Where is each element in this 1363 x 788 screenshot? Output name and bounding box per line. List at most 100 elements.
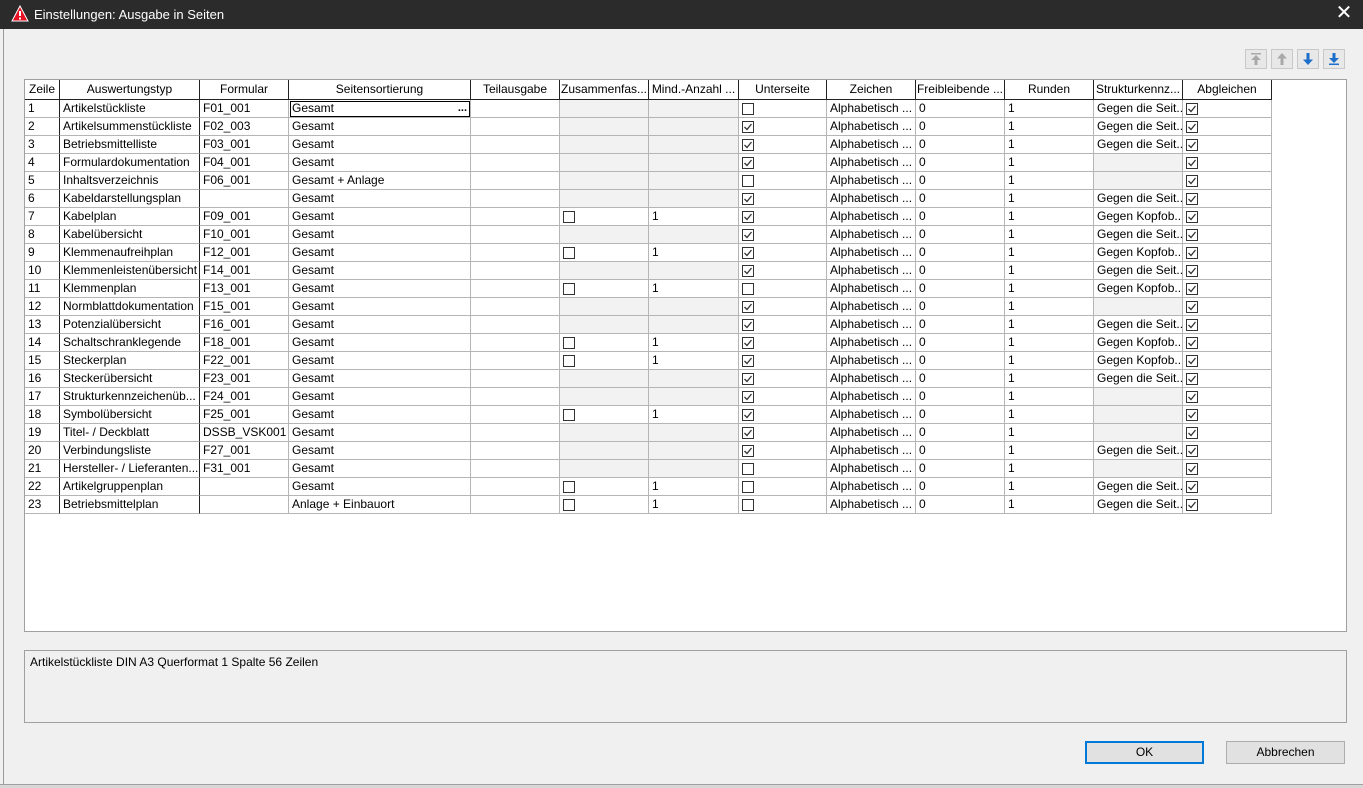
- row-number[interactable]: 23: [25, 496, 60, 514]
- checkbox[interactable]: [1186, 427, 1198, 439]
- row-number[interactable]: 16: [25, 370, 60, 388]
- row-number[interactable]: 18: [25, 406, 60, 424]
- checkbox[interactable]: [1186, 391, 1198, 403]
- evaluation-type-cell[interactable]: Normblattdokumentation: [60, 298, 200, 316]
- checkbox[interactable]: [742, 337, 754, 349]
- sync-cell[interactable]: [1183, 226, 1272, 244]
- structure-id-cell[interactable]: Gegen die Seit...: [1094, 442, 1183, 460]
- row-number[interactable]: 2: [25, 118, 60, 136]
- row-number[interactable]: 4: [25, 154, 60, 172]
- partial-output-cell[interactable]: [471, 262, 560, 280]
- row-number[interactable]: 3: [25, 136, 60, 154]
- checkbox[interactable]: [742, 247, 754, 259]
- evaluation-type-cell[interactable]: Steckerübersicht: [60, 370, 200, 388]
- structure-id-cell[interactable]: Gegen die Seit...: [1094, 118, 1183, 136]
- free-remaining-cell[interactable]: 0: [916, 370, 1005, 388]
- column-header-formular[interactable]: Formular: [200, 80, 289, 100]
- character-cell[interactable]: Alphabetisch ...: [827, 136, 916, 154]
- checkbox[interactable]: [742, 373, 754, 385]
- checkbox[interactable]: [1186, 175, 1198, 187]
- checkbox[interactable]: [1186, 301, 1198, 313]
- partial-output-cell[interactable]: [471, 154, 560, 172]
- free-remaining-cell[interactable]: 0: [916, 226, 1005, 244]
- character-cell[interactable]: Alphabetisch ...: [827, 406, 916, 424]
- character-cell[interactable]: Alphabetisch ...: [827, 334, 916, 352]
- rounding-cell[interactable]: 1: [1005, 244, 1094, 262]
- rounding-cell[interactable]: 1: [1005, 298, 1094, 316]
- page-sorting-cell[interactable]: Gesamt: [289, 208, 471, 226]
- character-cell[interactable]: Alphabetisch ...: [827, 460, 916, 478]
- combine-cell[interactable]: [560, 496, 649, 514]
- page-sorting-cell[interactable]: Gesamt: [289, 262, 471, 280]
- column-header-auswertungstyp[interactable]: Auswertungstyp: [60, 80, 200, 100]
- sync-cell[interactable]: [1183, 388, 1272, 406]
- character-cell[interactable]: Alphabetisch ...: [827, 190, 916, 208]
- evaluation-type-cell[interactable]: Inhaltsverzeichnis: [60, 172, 200, 190]
- checkbox[interactable]: [742, 103, 754, 115]
- checkbox[interactable]: [742, 265, 754, 277]
- form-cell[interactable]: F18_001: [200, 334, 289, 352]
- page-sorting-cell[interactable]: Gesamt: [289, 118, 471, 136]
- page-sorting-cell[interactable]: Gesamt + Anlage: [289, 172, 471, 190]
- partial-output-cell[interactable]: [471, 370, 560, 388]
- partial-output-cell[interactable]: [471, 280, 560, 298]
- row-number[interactable]: 21: [25, 460, 60, 478]
- page-sorting-cell[interactable]: Gesamt: [289, 352, 471, 370]
- row-number[interactable]: 10: [25, 262, 60, 280]
- evaluation-type-cell[interactable]: Steckerplan: [60, 352, 200, 370]
- checkbox[interactable]: [742, 157, 754, 169]
- cancel-button[interactable]: Abbrechen: [1226, 741, 1345, 764]
- page-sorting-cell[interactable]: Gesamt: [289, 442, 471, 460]
- rounding-cell[interactable]: 1: [1005, 100, 1094, 118]
- structure-id-cell[interactable]: [1094, 154, 1183, 172]
- min-count-cell[interactable]: 1: [649, 496, 739, 514]
- column-header-freibleibende[interactable]: Freibleibende ...: [916, 80, 1005, 100]
- min-count-cell[interactable]: 1: [649, 406, 739, 424]
- checkbox[interactable]: [1186, 283, 1198, 295]
- column-header-teilausgabe[interactable]: Teilausgabe: [471, 80, 560, 100]
- combine-cell[interactable]: [560, 280, 649, 298]
- free-remaining-cell[interactable]: 0: [916, 262, 1005, 280]
- checkbox[interactable]: [563, 247, 575, 259]
- subpage-cell[interactable]: [739, 280, 827, 298]
- subpage-cell[interactable]: [739, 136, 827, 154]
- column-header-unterseite[interactable]: Unterseite: [739, 80, 827, 100]
- page-sorting-cell[interactable]: Gesamt: [289, 388, 471, 406]
- sync-cell[interactable]: [1183, 334, 1272, 352]
- form-cell[interactable]: F24_001: [200, 388, 289, 406]
- checkbox[interactable]: [1186, 409, 1198, 421]
- column-header-zeile[interactable]: Zeile: [25, 80, 60, 100]
- checkbox[interactable]: [742, 409, 754, 421]
- checkbox[interactable]: [742, 499, 754, 511]
- rounding-cell[interactable]: 1: [1005, 190, 1094, 208]
- free-remaining-cell[interactable]: 0: [916, 298, 1005, 316]
- row-number[interactable]: 19: [25, 424, 60, 442]
- structure-id-cell[interactable]: Gegen Kopfob...: [1094, 208, 1183, 226]
- subpage-cell[interactable]: [739, 298, 827, 316]
- subpage-cell[interactable]: [739, 100, 827, 118]
- form-cell[interactable]: F22_001: [200, 352, 289, 370]
- move-bottom-button[interactable]: [1323, 49, 1345, 69]
- checkbox[interactable]: [1186, 247, 1198, 259]
- page-sorting-cell[interactable]: Gesamt: [289, 406, 471, 424]
- checkbox[interactable]: [563, 481, 575, 493]
- checkbox[interactable]: [742, 445, 754, 457]
- checkbox[interactable]: [1186, 139, 1198, 151]
- checkbox[interactable]: [742, 319, 754, 331]
- rounding-cell[interactable]: 1: [1005, 226, 1094, 244]
- subpage-cell[interactable]: [739, 334, 827, 352]
- min-count-cell[interactable]: 1: [649, 334, 739, 352]
- checkbox[interactable]: [742, 121, 754, 133]
- partial-output-cell[interactable]: [471, 316, 560, 334]
- sync-cell[interactable]: [1183, 154, 1272, 172]
- combine-cell[interactable]: [560, 334, 649, 352]
- subpage-cell[interactable]: [739, 172, 827, 190]
- evaluation-type-cell[interactable]: Betriebsmittelplan: [60, 496, 200, 514]
- evaluation-type-cell[interactable]: Artikelstückliste: [60, 100, 200, 118]
- structure-id-cell[interactable]: Gegen die Seit...: [1094, 370, 1183, 388]
- subpage-cell[interactable]: [739, 118, 827, 136]
- free-remaining-cell[interactable]: 0: [916, 460, 1005, 478]
- free-remaining-cell[interactable]: 0: [916, 280, 1005, 298]
- page-sorting-cell[interactable]: Gesamt: [289, 370, 471, 388]
- partial-output-cell[interactable]: [471, 136, 560, 154]
